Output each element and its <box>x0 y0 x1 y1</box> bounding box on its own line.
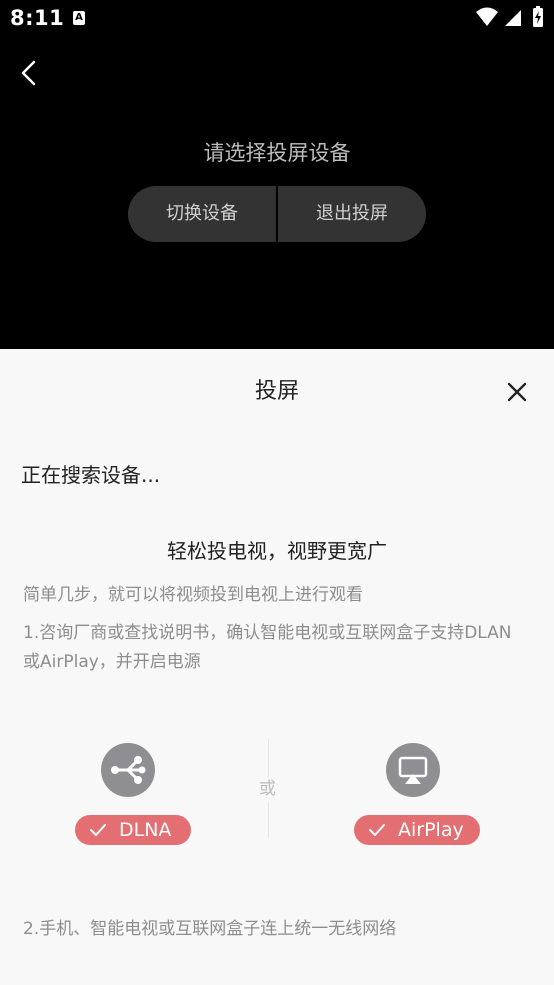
close-button[interactable] <box>504 379 530 405</box>
airplay-icon <box>386 743 440 797</box>
dlna-icon <box>101 743 155 797</box>
dlna-badge: DLNA <box>75 815 191 845</box>
page-title: 请选择投屏设备 <box>203 141 351 165</box>
battery-icon <box>533 6 543 27</box>
dlna-label: DLNA <box>119 819 172 841</box>
check-icon <box>90 824 106 836</box>
wifi-icon <box>476 7 498 26</box>
signal-icon <box>505 10 521 26</box>
close-icon <box>507 382 527 402</box>
cast-actions: 切换设备 退出投屏 <box>128 186 426 242</box>
exit-cast-button[interactable]: 退出投屏 <box>278 186 426 242</box>
option-divider-top <box>268 739 269 777</box>
check-icon <box>369 824 385 836</box>
step-2-text: 2.手机、智能电视或互联网盒子连上统一无线网络 <box>23 919 397 939</box>
sheet-title: 投屏 <box>254 379 299 404</box>
subtitle: 简单几步，就可以将视频投到电视上进行观看 <box>23 585 363 605</box>
airplay-badge: AirPlay <box>354 815 480 845</box>
back-button[interactable] <box>14 58 46 90</box>
chevron-left-icon <box>21 60 36 86</box>
searching-status: 正在搜索设备... <box>21 463 161 487</box>
option-dlna: DLNA <box>73 742 193 852</box>
cast-sheet: 投屏 正在搜索设备... 轻松投电视，视野更宽广 简单几步，就可以将视频投到电视… <box>0 349 554 985</box>
status-bar: 8:11 A <box>0 0 554 38</box>
option-divider-bottom <box>268 802 269 838</box>
step-1-text: 1.咨询厂商或查找说明书，确认智能电视或互联网盒子支持DLAN或AirPlay，… <box>23 623 512 672</box>
option-airplay: AirPlay <box>352 742 480 852</box>
status-icons <box>476 6 543 27</box>
or-separator: 或 <box>259 779 276 799</box>
switch-device-button[interactable]: 切换设备 <box>128 186 276 242</box>
airplay-label: AirPlay <box>398 819 464 841</box>
headline: 轻松投电视，视野更宽广 <box>167 539 387 563</box>
